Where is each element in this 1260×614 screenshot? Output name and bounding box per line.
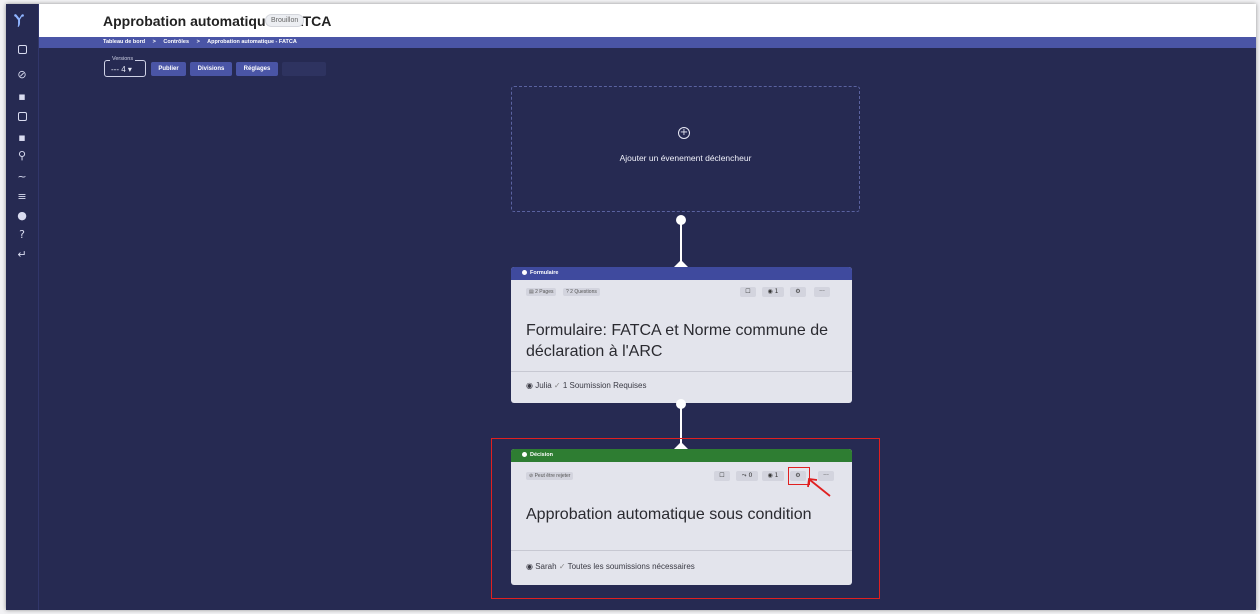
- form-node-meta-row: ▤ 2 Pages ? 2 Questions ☐ ◉ 1 ⚙ ···: [526, 287, 846, 300]
- add-trigger-label: Ajouter un évenement déclencheur: [619, 153, 752, 163]
- trend-icon[interactable]: ~: [15, 170, 29, 184]
- form-node-footer-text: ◉ Julia ✓ 1 Soumission Requises: [526, 381, 646, 390]
- return-icon[interactable]: ↵: [15, 248, 29, 262]
- form-node-header: Formulaire: [511, 267, 852, 280]
- requirement-text: 1 Soumission Requises: [562, 381, 647, 390]
- dashboard-icon[interactable]: [15, 44, 29, 58]
- image-icon[interactable]: [15, 111, 29, 125]
- assignee-name: Julia: [535, 381, 552, 390]
- breadcrumb-bar: Tableau de bord > Contrôles > Approbatio…: [39, 37, 1256, 48]
- breadcrumb-item-controls[interactable]: Contrôles: [163, 39, 189, 45]
- disabled-toolbar-button: [282, 62, 326, 76]
- search-icon[interactable]: ⚲: [15, 149, 29, 163]
- app-logo[interactable]: Ⲩ: [14, 12, 24, 28]
- status-badge: Brouillon: [265, 14, 305, 27]
- plus-circle-icon: +: [678, 127, 690, 139]
- sidebar: Ⲩ ⊘ ▪ ▪ ⚲ ~ ≡ ● ? ↵: [6, 4, 39, 610]
- gear-icon[interactable]: ⚙: [790, 287, 806, 297]
- version-select[interactable]: Versions --- 4 ▾: [104, 56, 146, 77]
- form-node-card[interactable]: Formulaire ▤ 2 Pages ? 2 Questions ☐ ◉ 1…: [511, 267, 852, 403]
- sliders-icon[interactable]: ≡: [15, 190, 29, 204]
- header-bar: Approbation automatique - FATCA Brouillo…: [39, 4, 1256, 37]
- help-icon[interactable]: ?: [15, 228, 29, 242]
- version-label: Versions: [110, 56, 136, 62]
- settings-button[interactable]: Réglages: [236, 62, 278, 76]
- publish-button[interactable]: Publier: [151, 62, 186, 76]
- assignee-count[interactable]: ◉ 1: [762, 287, 784, 297]
- pages-chip: ▤ 2 Pages: [526, 288, 557, 296]
- connector-arrow: [674, 260, 688, 267]
- header-dot-icon: [522, 270, 527, 276]
- breadcrumb-separator: >: [152, 39, 156, 45]
- copy-icon[interactable]: ▪: [15, 131, 29, 145]
- form-node-title: Formulaire: FATCA et Norme commune de dé…: [526, 322, 829, 360]
- connector-line: [680, 222, 682, 262]
- version-value: --- 4 ▾: [111, 65, 132, 74]
- breadcrumb: Tableau de bord > Contrôles > Approbatio…: [103, 39, 303, 45]
- check-circle-icon[interactable]: ⊘: [15, 68, 29, 82]
- more-options-icon[interactable]: ···: [814, 287, 830, 297]
- form-node-type: Formulaire: [530, 270, 559, 276]
- app-window: Ⲩ ⊘ ▪ ▪ ⚲ ~ ≡ ● ? ↵ Approbation automati…: [6, 4, 1256, 610]
- highlight-annotation: [491, 438, 880, 599]
- divisions-button[interactable]: Divisions: [190, 62, 232, 76]
- annotation-arrow-icon: [807, 477, 831, 497]
- chart-icon[interactable]: ●: [15, 209, 29, 223]
- check-icon: ✓: [553, 381, 561, 390]
- calendar-icon[interactable]: ☐: [740, 287, 756, 297]
- add-trigger-node[interactable]: + Ajouter un évenement déclencheur: [511, 86, 860, 212]
- breadcrumb-item-current: Approbation automatique - FATCA: [207, 39, 297, 45]
- user-icon: ◉: [526, 381, 533, 390]
- questions-chip: ? 2 Questions: [563, 288, 600, 296]
- chat-icon[interactable]: ▪: [15, 90, 29, 104]
- breadcrumb-item-dashboard[interactable]: Tableau de bord: [103, 39, 145, 45]
- breadcrumb-separator: >: [196, 39, 200, 45]
